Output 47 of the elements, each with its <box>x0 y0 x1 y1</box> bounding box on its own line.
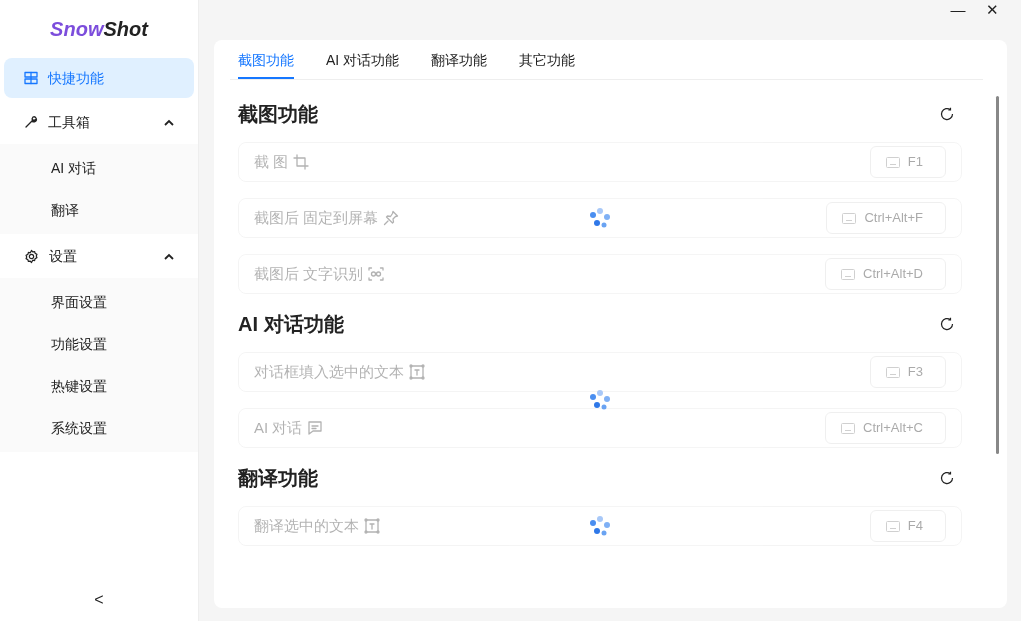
settings-icon <box>24 248 39 264</box>
sidebar-subitem[interactable]: 翻译 <box>4 190 194 230</box>
tab[interactable]: AI 对话功能 <box>326 40 400 79</box>
hotkey-label: 截图后 固定到屏幕 <box>254 207 379 228</box>
wrench-icon <box>24 115 38 129</box>
tab[interactable]: 翻译功能 <box>431 40 488 79</box>
text-select-icon <box>409 364 425 380</box>
scrollbar[interactable] <box>996 96 999 454</box>
scan-text-icon <box>368 266 385 282</box>
crop-icon <box>293 154 310 170</box>
caret-icon <box>164 118 174 126</box>
close-button[interactable]: ✕ <box>975 0 1009 20</box>
keyboard-icon <box>885 156 900 168</box>
tab[interactable]: 截图功能 <box>238 40 294 79</box>
collapse-button[interactable]: < <box>88 587 110 613</box>
chat-icon <box>307 420 324 436</box>
keyboard-icon <box>841 268 856 280</box>
caret-icon <box>164 252 174 260</box>
reset-icon[interactable] <box>940 471 954 485</box>
reset-icon[interactable] <box>940 107 954 121</box>
keyboard-icon <box>885 366 900 378</box>
keyboard-icon <box>885 520 900 532</box>
sidebar-subitem[interactable]: 界面设置 <box>4 282 194 322</box>
keyboard-icon <box>842 212 857 224</box>
hotkey-label: 对话框填入选中的文本 <box>254 361 404 382</box>
sidebar-subitem[interactable]: AI 对话 <box>4 148 194 188</box>
hotkey-label: 翻译选中的文本 <box>254 515 359 536</box>
sidebar-item[interactable]: 快捷功能 <box>4 58 194 98</box>
app-logo: SnowShot <box>49 17 150 42</box>
sidebar-item[interactable]: 设置 <box>4 236 194 276</box>
reset-icon[interactable] <box>940 317 954 331</box>
section-title: 截图功能 <box>238 102 318 127</box>
hotkey-label: AI 对话 <box>254 417 303 438</box>
sidebar-subitem[interactable]: 功能设置 <box>4 324 194 364</box>
hotkey-label: 截图后 文字识别 <box>254 263 364 284</box>
sidebar-subitem[interactable]: 热键设置 <box>4 366 194 406</box>
pin-icon <box>383 210 400 226</box>
section-title: AI 对话功能 <box>238 312 344 337</box>
section-title: 翻译功能 <box>238 466 318 491</box>
sidebar-subitem[interactable]: 系统设置 <box>4 408 194 448</box>
keyboard-icon <box>841 422 856 434</box>
hotkey-label: 截 图 <box>254 151 289 172</box>
sidebar-item[interactable]: 工具箱 <box>4 102 194 142</box>
tab[interactable]: 其它功能 <box>519 40 576 79</box>
text-select-icon <box>364 518 380 534</box>
minimize-button[interactable]: — <box>941 0 975 20</box>
grid-icon <box>24 71 38 85</box>
